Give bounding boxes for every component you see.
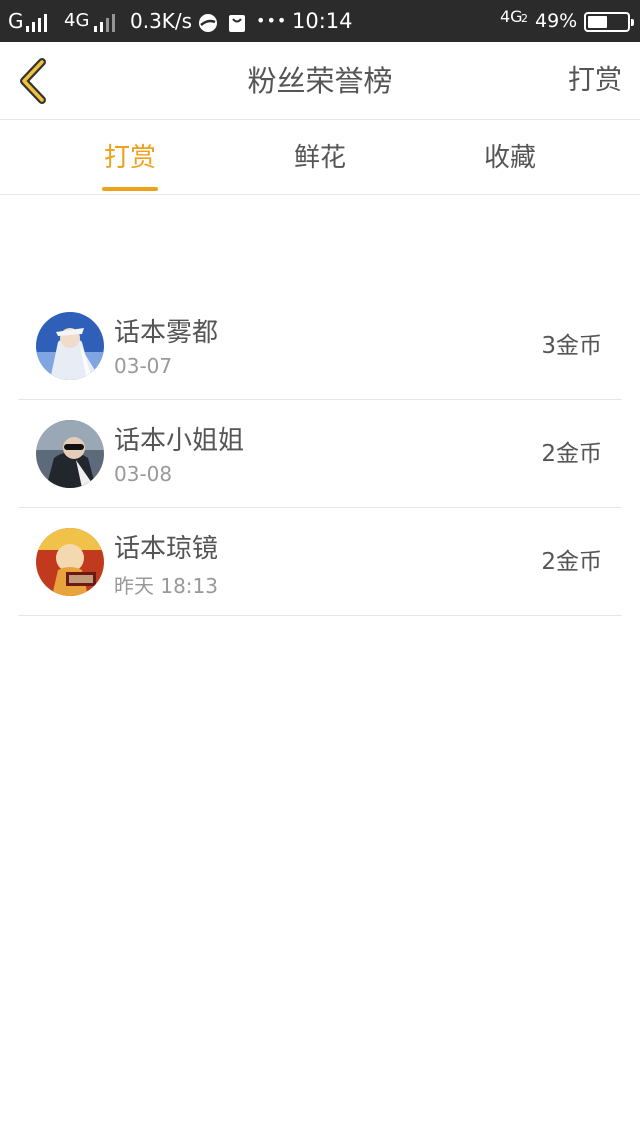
carrier-label-1: G xyxy=(8,9,24,33)
battery-percent: 49% xyxy=(535,10,578,32)
tab-favorites[interactable]: 收藏 xyxy=(450,121,570,195)
list-item[interactable]: 话本琼镜 昨天 18:13 2金币 xyxy=(18,508,622,616)
signal-icon xyxy=(26,0,54,42)
back-button[interactable] xyxy=(14,56,54,106)
fan-name: 话本小姐姐 xyxy=(114,426,245,456)
fan-amount: 2金币 xyxy=(541,549,602,575)
battery-fill xyxy=(588,16,607,28)
tab-active-indicator xyxy=(102,187,158,191)
fan-date: 昨天 18:13 xyxy=(114,574,218,598)
avatar xyxy=(36,420,104,488)
fan-name: 话本琼镜 xyxy=(114,534,219,564)
nav-bar: 粉丝荣誉榜 打赏 xyxy=(0,42,640,120)
browser-icon xyxy=(198,0,218,42)
tab-bar: 打赏 鲜花 收藏 xyxy=(0,121,640,195)
battery-icon xyxy=(584,12,634,32)
more-dots: ••• xyxy=(256,11,288,30)
fan-date: 03-07 xyxy=(114,354,173,378)
sim-slot: 2 xyxy=(521,12,528,25)
tab-flowers[interactable]: 鲜花 xyxy=(260,121,380,195)
carrier-label-2: 4G xyxy=(64,10,90,31)
list-item[interactable]: 话本雾都 03-07 3金币 xyxy=(18,292,622,400)
avatar xyxy=(36,528,104,596)
chevron-left-icon xyxy=(20,58,46,104)
list-item[interactable]: 话本小姐姐 03-08 2金币 xyxy=(18,400,622,508)
reward-button[interactable]: 打赏 xyxy=(568,42,622,120)
fan-amount: 3金币 xyxy=(541,333,602,359)
avatar xyxy=(36,312,104,380)
tab-reward[interactable]: 打赏 xyxy=(70,121,190,195)
tab-label: 鲜花 xyxy=(293,143,346,173)
signal-icon xyxy=(94,0,118,42)
fan-list: 话本雾都 03-07 3金币 话本小姐姐 03-08 2金币 话本琼镜 昨天 1… xyxy=(18,292,622,616)
network-speed: 0.3K/s xyxy=(130,9,193,33)
fan-amount: 2金币 xyxy=(541,441,602,467)
status-bar: G 4G 0.3K/s ••• 10:14 4G 2 49% xyxy=(0,0,640,42)
network-type: 4G xyxy=(500,7,523,26)
tab-label: 收藏 xyxy=(483,143,536,173)
clock: 10:14 xyxy=(292,9,353,33)
tab-label: 打赏 xyxy=(103,143,156,173)
fan-date: 03-08 xyxy=(114,462,173,486)
bag-icon xyxy=(228,0,246,42)
page-title: 粉丝荣誉榜 xyxy=(247,64,393,98)
fan-name: 话本雾都 xyxy=(114,318,219,348)
